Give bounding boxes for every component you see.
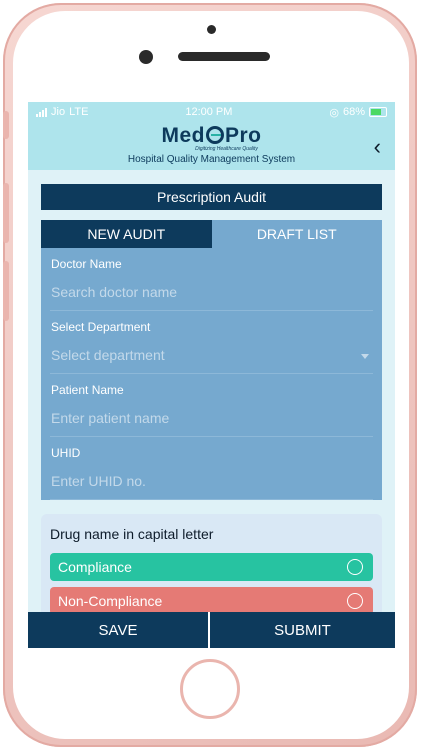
compliance-option[interactable]: Compliance — [50, 553, 373, 581]
logo-tagline: Digitizing Healthcare Quality — [195, 146, 258, 152]
submit-button[interactable]: SUBMIT — [210, 612, 395, 648]
proximity-sensor — [207, 25, 216, 34]
network-type: LTE — [69, 106, 89, 118]
page-title: Prescription Audit — [41, 184, 382, 210]
tab-bar: NEW AUDIT DRAFT LIST — [41, 220, 382, 248]
status-left: Jio LTE — [36, 106, 88, 118]
chevron-left-icon[interactable]: ‹ — [374, 134, 381, 160]
patient-name-input[interactable]: Enter patient name — [51, 410, 169, 426]
compliance-label: Compliance — [58, 559, 132, 575]
logo-text-right: Pro — [224, 124, 262, 147]
uhid-input[interactable]: Enter UHID no. — [51, 473, 146, 489]
status-time: 12:00 PM — [185, 106, 233, 118]
main-content: Prescription Audit NEW AUDIT DRAFT LIST … — [28, 170, 395, 646]
question-title: Drug name in capital letter — [50, 526, 214, 542]
home-button[interactable] — [180, 659, 240, 719]
logo-text-left: Med — [161, 124, 205, 147]
doctor-name-input[interactable]: Search doctor name — [51, 284, 177, 300]
app-screen: Jio LTE 12:00 PM ◎ 68% Med Pro Digitizing… — [28, 102, 395, 648]
volume-down-button — [3, 261, 9, 321]
radio-icon[interactable] — [347, 593, 363, 609]
mute-switch — [3, 111, 9, 139]
uhid-label: UHID — [51, 446, 81, 460]
doctor-name-label: Doctor Name — [51, 257, 122, 271]
status-right: ◎ 68% — [329, 106, 387, 119]
tab-draft-list[interactable]: DRAFT LIST — [211, 220, 382, 248]
non-compliance-option[interactable]: Non-Compliance — [50, 587, 373, 615]
patient-name-field[interactable]: Patient Name Enter patient name — [50, 374, 373, 437]
carrier-name: Jio — [51, 106, 66, 118]
non-compliance-label: Non-Compliance — [58, 593, 163, 609]
battery-percent: 68% — [342, 106, 365, 118]
caret-down-icon[interactable] — [361, 354, 369, 359]
logo-q-icon — [205, 126, 224, 144]
action-footer: SAVE SUBMIT — [28, 612, 395, 648]
tab-new-audit[interactable]: NEW AUDIT — [41, 220, 212, 248]
app-logo: Med Pro — [28, 122, 395, 148]
save-button[interactable]: SAVE — [28, 612, 208, 648]
app-subtitle: Hospital Quality Management System — [127, 154, 296, 165]
uhid-field[interactable]: UHID Enter UHID no. — [50, 437, 373, 500]
signal-icon — [36, 107, 47, 117]
app-header: Med Pro Digitizing Healthcare Quality Hos… — [28, 122, 395, 170]
earpiece-speaker — [178, 52, 270, 61]
doctor-name-field[interactable]: Doctor Name Search doctor name — [50, 248, 373, 311]
department-field[interactable]: Select Department Select department — [50, 311, 373, 374]
department-select[interactable]: Select department — [51, 347, 165, 363]
patient-name-label: Patient Name — [51, 383, 124, 397]
status-bar: Jio LTE 12:00 PM ◎ 68% — [28, 102, 395, 122]
radio-icon[interactable] — [347, 559, 363, 575]
department-label: Select Department — [51, 320, 151, 334]
front-camera — [139, 50, 153, 64]
battery-icon — [369, 107, 387, 117]
audit-form: Doctor Name Search doctor name Select De… — [41, 248, 382, 500]
alarm-icon: ◎ — [329, 106, 339, 119]
volume-up-button — [3, 183, 9, 243]
